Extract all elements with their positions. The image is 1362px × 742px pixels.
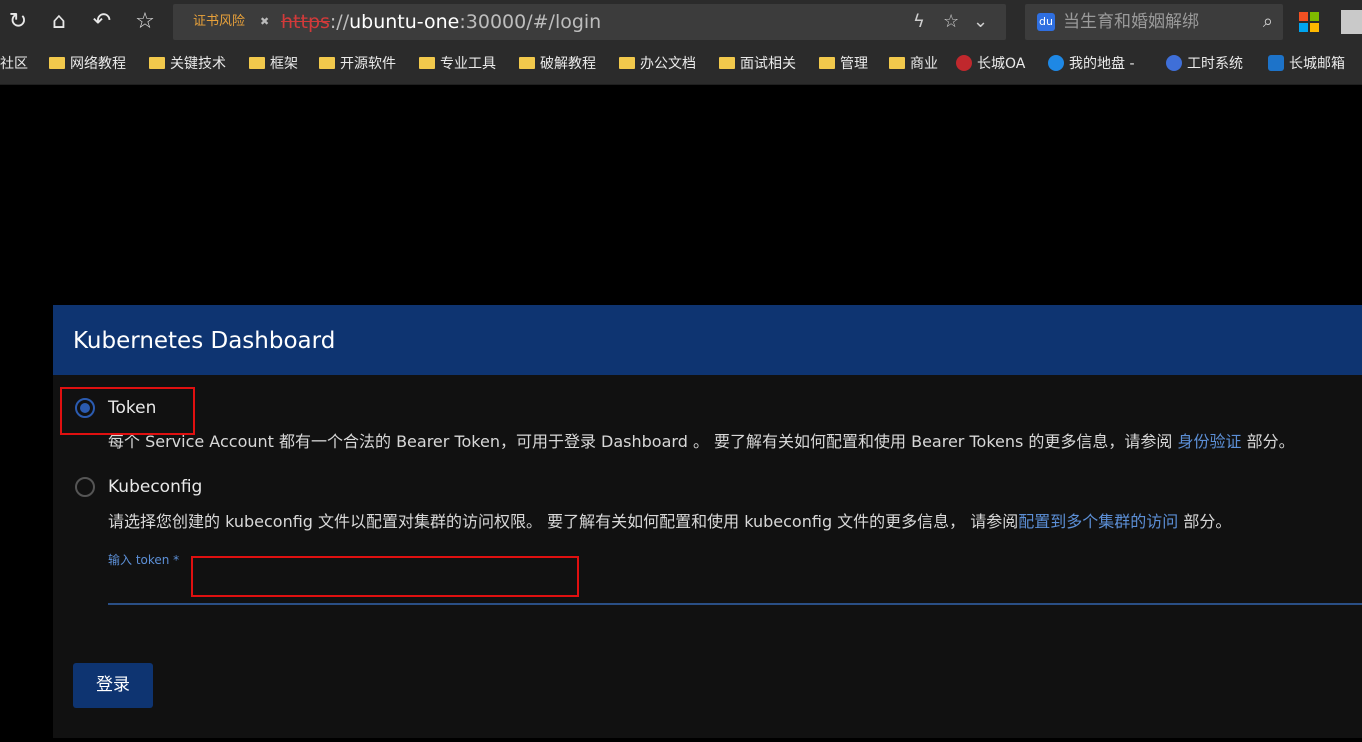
chevron-down-icon[interactable]: ⌄: [973, 10, 988, 34]
bookmark-item[interactable]: 办公文档: [619, 54, 696, 74]
disk-icon: [1048, 55, 1064, 71]
address-bar[interactable]: 证书风险 ✖ https://ubuntu-one:30000/#/login …: [173, 4, 1006, 40]
bookmark-item[interactable]: 长城邮箱: [1268, 54, 1345, 74]
bookmark-star-icon[interactable]: ☆: [943, 10, 959, 34]
folder-icon: [149, 57, 165, 69]
bookmarks-bar: 社区 网络教程 关键技术 框架 开源软件 专业工具 破解教程 办公文档 面试相关…: [0, 44, 1362, 85]
search-icon[interactable]: ⌕: [1263, 10, 1273, 34]
bookmark-item[interactable]: 长城OA: [956, 54, 1025, 74]
card-header: Kubernetes Dashboard: [53, 305, 1362, 375]
kubeconfig-description: 请选择您创建的 kubeconfig 文件以配置对集群的访问权限。 要了解有关如…: [108, 512, 1232, 531]
bookmark-item[interactable]: 面试相关: [719, 54, 796, 74]
auth-link[interactable]: 身份验证: [1178, 432, 1242, 451]
cert-warning-icon: ✖: [260, 15, 270, 28]
home-icon[interactable]: ⌂: [45, 8, 73, 36]
page-title: Kubernetes Dashboard: [73, 328, 336, 354]
mail-icon: [1268, 55, 1284, 71]
kubeconfig-label[interactable]: Kubeconfig: [108, 476, 202, 498]
clock-icon: [1166, 55, 1182, 71]
bookmark-item[interactable]: 关键技术: [149, 54, 226, 74]
login-card: Kubernetes Dashboard Token 每个 Service Ac…: [53, 305, 1362, 738]
star-icon[interactable]: ☆: [131, 8, 159, 36]
bookmark-item[interactable]: 开源软件: [319, 54, 396, 74]
flash-icon[interactable]: ϟ: [913, 10, 925, 34]
refresh-icon[interactable]: ↻: [4, 8, 32, 36]
baidu-icon: du: [1037, 13, 1055, 31]
folder-icon: [889, 57, 905, 69]
extension-icon[interactable]: [1341, 10, 1362, 34]
bookmark-item[interactable]: 工时系统: [1166, 54, 1243, 74]
folder-icon: [319, 57, 335, 69]
input-highlight-box: [191, 556, 579, 597]
token-highlight-box: [60, 387, 195, 435]
folder-icon: [719, 57, 735, 69]
browser-toolbar: ↻ ⌂ ↶ ☆ 证书风险 ✖ https://ubuntu-one:30000/…: [0, 0, 1362, 44]
folder-icon: [419, 57, 435, 69]
search-box[interactable]: du 当生育和婚姻解绑 ⌕: [1025, 4, 1283, 40]
kubeconfig-radio[interactable]: [75, 477, 95, 497]
bookmark-item[interactable]: 网络教程: [49, 54, 126, 74]
search-input[interactable]: 当生育和婚姻解绑: [1063, 11, 1199, 33]
multi-cluster-link[interactable]: 配置到多个集群的访问: [1018, 512, 1178, 531]
folder-icon: [819, 57, 835, 69]
bookmark-item[interactable]: 框架: [249, 54, 298, 74]
bookmark-item[interactable]: 社区: [0, 54, 28, 74]
bookmark-item[interactable]: 管理: [819, 54, 868, 74]
folder-icon: [619, 57, 635, 69]
login-button[interactable]: 登录: [73, 663, 153, 708]
folder-icon: [249, 57, 265, 69]
folder-icon: [519, 57, 535, 69]
windows-icon[interactable]: [1299, 12, 1319, 32]
greatwall-icon: [956, 55, 972, 71]
bookmark-item[interactable]: 破解教程: [519, 54, 596, 74]
cert-warning[interactable]: 证书风险: [193, 13, 245, 31]
token-description: 每个 Service Account 都有一个合法的 Bearer Token，…: [108, 432, 1295, 451]
folder-icon: [49, 57, 65, 69]
bookmark-item[interactable]: 专业工具: [419, 54, 496, 74]
bookmark-item[interactable]: 商业: [889, 54, 938, 74]
bookmark-item[interactable]: 我的地盘 -: [1048, 54, 1135, 74]
undo-icon[interactable]: ↶: [88, 8, 116, 36]
token-field-label: 输入 token *: [108, 553, 180, 567]
url-text[interactable]: https://ubuntu-one:30000/#/login: [281, 10, 601, 34]
